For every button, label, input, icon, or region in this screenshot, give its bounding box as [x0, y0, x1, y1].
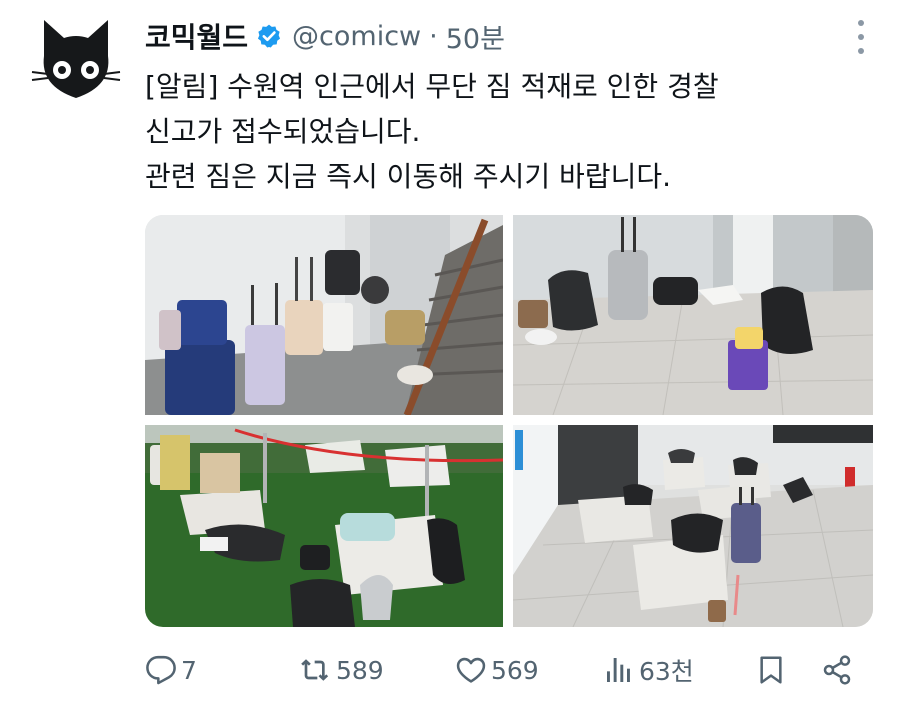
heart-icon: [456, 657, 486, 683]
media-grid: [145, 215, 873, 627]
share-icon: [823, 655, 851, 685]
tweet-text: [알림] 수원역 인근에서 무단 짐 적재로 인한 경찰 신고가 접수되었습니다…: [145, 64, 865, 199]
separator-dot: ·: [429, 20, 438, 52]
retweet-icon: [301, 659, 329, 681]
tweet-header: 코믹월드 @comicw · 50분: [145, 14, 505, 58]
author-handle[interactable]: @comicw: [292, 21, 421, 52]
tweet-line: 관련 짐은 지금 즉시 이동해 주시기 바랍니다.: [145, 160, 671, 193]
photo-stairwell-luggage[interactable]: [145, 215, 503, 415]
retweet-count: 589: [336, 655, 384, 685]
like-count: 569: [491, 655, 539, 685]
bookmark-button[interactable]: [755, 646, 787, 694]
tweet-line: [알림] 수원역 인근에서 무단 짐 적재로 인한 경찰: [145, 70, 719, 103]
bookmark-icon: [760, 656, 782, 684]
reply-button[interactable]: 7: [145, 646, 197, 694]
photo-concourse-benches[interactable]: [513, 425, 873, 627]
view-count: 63천: [639, 657, 694, 686]
photo-turf-benches[interactable]: [145, 425, 503, 627]
action-bar: 7 589 569 63천: [145, 646, 865, 694]
verified-badge-icon: [257, 24, 281, 48]
photo-station-floor-bags[interactable]: [513, 215, 873, 415]
avatar[interactable]: [30, 14, 122, 106]
views-button[interactable]: 63천: [603, 646, 694, 694]
views-icon: [607, 658, 630, 682]
like-button[interactable]: 569: [455, 646, 539, 694]
author-name[interactable]: 코믹월드: [145, 16, 248, 56]
timestamp[interactable]: 50분: [446, 17, 505, 56]
share-button[interactable]: [821, 646, 853, 694]
cat-logo-icon: [31, 20, 121, 98]
reply-count: 7: [181, 655, 197, 685]
tweet-line: 신고가 접수되었습니다.: [145, 115, 421, 148]
retweet-button[interactable]: 589: [300, 646, 384, 694]
more-icon[interactable]: [856, 20, 866, 54]
reply-icon: [146, 655, 176, 685]
